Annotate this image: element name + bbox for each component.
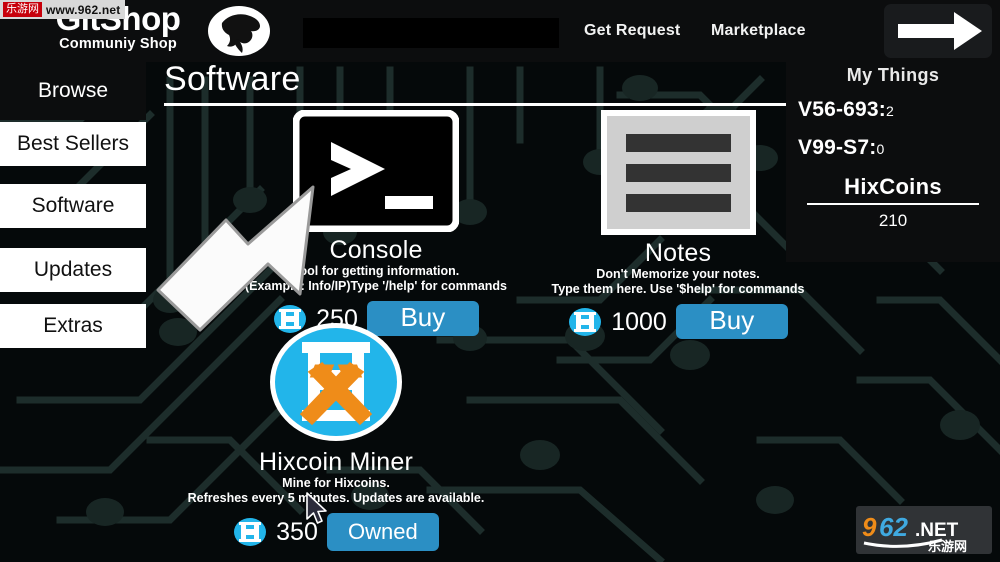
product-price: 1000 <box>611 307 667 336</box>
gitshop-app: GitShop Communiy Shop Get Request Market… <box>0 0 1000 562</box>
sidebar-item-updates[interactable]: Updates <box>0 248 146 292</box>
top-header: GitShop Communiy Shop Get Request Market… <box>0 0 1000 62</box>
terminal-icon <box>292 109 460 233</box>
product-name: Console <box>329 236 423 264</box>
desc-pre: (Example: Info/IP)Type ' <box>244 279 386 293</box>
svg-text:9: 9 <box>862 512 877 542</box>
sidebar-item-software[interactable]: Software <box>0 184 146 228</box>
product-purchase-row: 350 Owned <box>161 513 511 551</box>
search-input[interactable] <box>303 18 559 48</box>
arrow-right-icon <box>898 12 982 50</box>
product-desc-line1: Tool for getting information. <box>292 264 460 278</box>
bird-logo-icon <box>208 6 270 56</box>
product-card-console[interactable]: Console Tool for getting information. (E… <box>226 109 526 336</box>
desc-post: ' for commands <box>711 282 805 296</box>
sidebar-item-label: Software <box>31 194 115 217</box>
product-card-notes[interactable]: Notes Don't Memorize your notes. Type th… <box>528 110 828 339</box>
watermark-top: 乐游网 www.962.net <box>0 0 126 19</box>
sidebar-item-label: Updates <box>33 258 113 281</box>
hixcoin-icon <box>569 307 602 336</box>
watermark-top-badge: 乐游网 <box>3 2 42 17</box>
desc-pre: Type them here. Use ' <box>551 282 680 296</box>
sidebar-nav: Browse Best Sellers Software Updates Ext… <box>0 62 146 562</box>
item-count: 2 <box>886 103 894 119</box>
product-desc-line1: Mine for Hixcoins. <box>282 476 390 490</box>
svg-text:62: 62 <box>879 512 908 542</box>
my-things-title: My Things <box>846 65 940 85</box>
item-name: V99-S7: <box>798 136 877 159</box>
product-desc-line2: (Example: Info/IP)Type '/help' for comma… <box>226 279 526 294</box>
title-divider <box>164 103 789 106</box>
desc-post: ' for commands <box>414 279 507 293</box>
product-name: Notes <box>644 239 712 267</box>
desc-command: /help <box>385 279 415 293</box>
svg-text:乐游网: 乐游网 <box>928 539 967 554</box>
hixcoin-miner-icon <box>270 323 402 441</box>
hixcoin-icon <box>234 518 267 546</box>
buy-button[interactable]: Buy <box>675 304 788 339</box>
forward-button[interactable] <box>884 4 992 58</box>
sidebar-item-best-sellers[interactable]: Best Sellers <box>0 122 146 166</box>
product-card-hixcoin-miner[interactable]: Hixcoin Miner Mine for Hixcoins. Refresh… <box>161 320 511 551</box>
sidebar-item-label: Browse <box>37 79 109 102</box>
my-things-item: V56-693:2 <box>786 98 1000 122</box>
watermark-bottom: 9 62 .NET 乐游网 <box>856 506 992 554</box>
hixcoins-divider <box>807 203 979 205</box>
sidebar-item-browse[interactable]: Browse <box>0 62 146 120</box>
nav-link-get-request[interactable]: Get Request <box>584 22 680 40</box>
sidebar-item-label: Extras <box>43 314 103 337</box>
desc-command: $help <box>679 282 712 296</box>
watermark-962-logo: 9 62 .NET 乐游网 <box>862 512 967 554</box>
product-purchase-row: 1000 Buy <box>528 304 828 339</box>
product-price: 350 <box>276 518 318 546</box>
product-name: Hixcoin Miner <box>258 448 414 476</box>
item-name: V56-693: <box>798 98 886 121</box>
product-desc-line2: Type them here. Use '$help' for commands <box>528 282 828 297</box>
svg-text:.NET: .NET <box>915 520 959 541</box>
page-title: Software <box>164 60 301 98</box>
my-things-item: V99-S7:0 <box>786 136 1000 160</box>
my-things-panel: My Things V56-693:2 V99-S7:0 HixCoins 21… <box>786 62 1000 262</box>
sidebar-item-extras[interactable]: Extras <box>0 304 146 348</box>
product-desc-line1: Don't Memorize your notes. <box>596 267 760 281</box>
notes-page-icon <box>600 110 756 235</box>
hixcoins-balance: 210 <box>878 211 908 230</box>
watermark-top-url: www.962.net <box>46 2 121 17</box>
hixcoins-label: HixCoins <box>844 174 942 199</box>
item-count: 0 <box>876 141 885 157</box>
nav-link-marketplace[interactable]: Marketplace <box>711 22 806 40</box>
owned-button[interactable]: Owned <box>326 513 439 551</box>
product-desc-line2: Refreshes every 5 minutes. Updates are a… <box>187 491 485 505</box>
sidebar-item-label: Best Sellers <box>16 132 130 155</box>
logo-subtitle: Communiy Shop <box>59 36 177 52</box>
